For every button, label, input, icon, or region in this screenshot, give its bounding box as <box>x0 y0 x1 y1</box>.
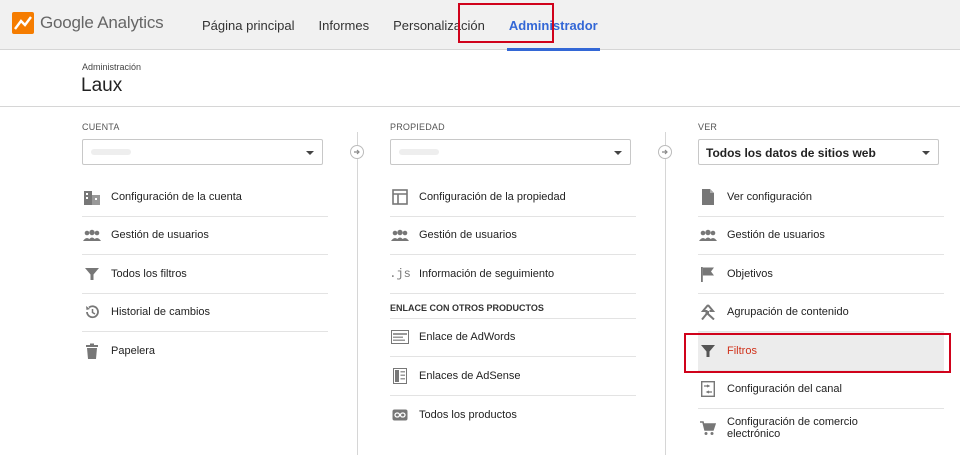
account-menu: Configuración de la cuenta Gestión de us… <box>82 178 328 371</box>
building-icon <box>83 188 101 206</box>
menu-item-label: Configuración del canal <box>727 383 842 396</box>
view-label: VER <box>698 122 718 132</box>
menu-item-adsense-links[interactable]: Enlaces de AdSense <box>390 357 636 396</box>
menu-item-account-settings[interactable]: Configuración de la cuenta <box>82 178 328 217</box>
cart-icon <box>699 419 717 437</box>
menu-item-change-history[interactable]: Historial de cambios <box>82 294 328 332</box>
menu-item-label: Filtros <box>727 344 757 357</box>
trash-icon <box>83 342 101 360</box>
menu-item-channel-settings[interactable]: Configuración del canal <box>698 371 944 409</box>
nav-admin[interactable]: Administrador <box>497 0 610 51</box>
menu-item-label: Enlace de AdWords <box>419 331 516 344</box>
logo-analytics-text: Analytics <box>97 13 164 32</box>
channel-icon <box>699 380 717 398</box>
account-label: CUENTA <box>82 122 120 132</box>
property-column: PROPIEDAD Configuración de la propiedad … <box>389 122 636 435</box>
arrow-right-icon <box>658 145 672 159</box>
menu-item-label: Configuración de comercio electrónico <box>727 416 858 441</box>
view-menu: Ver configuración Gestión de usuarios Ob… <box>698 178 944 448</box>
menu-item-label: Gestión de usuarios <box>727 229 825 242</box>
linked-products-heading: ENLACE CON OTROS PRODUCTOS <box>390 294 636 319</box>
view-select-value: Todos los datos de sitios web <box>706 146 876 160</box>
adwords-icon <box>391 328 409 346</box>
logo-google-text: Google <box>40 13 94 32</box>
menu-item-label: Configuración de la cuenta <box>111 190 242 203</box>
menu-item-label: Ver configuración <box>727 190 812 203</box>
arrow-right-icon <box>350 145 364 159</box>
breadcrumb[interactable]: Administración <box>82 62 141 72</box>
column-divider-1 <box>357 132 358 455</box>
menu-item-all-filters[interactable]: Todos los filtros <box>82 255 328 294</box>
redacted-value <box>399 149 439 155</box>
property-select[interactable] <box>390 139 631 165</box>
filter-icon <box>83 265 101 283</box>
menu-item-label: Configuración de la propiedad <box>419 190 566 203</box>
view-column: VER Todos los datos de sitios web Ver co… <box>698 122 944 448</box>
menu-item-label: Objetivos <box>727 267 773 280</box>
page-header: Administración Laux <box>0 50 960 107</box>
adsense-icon <box>391 367 409 385</box>
analytics-logo-icon <box>12 12 34 34</box>
menu-item-all-products[interactable]: Todos los productos <box>390 396 636 435</box>
menu-item-ecommerce-settings[interactable]: Configuración de comercio electrónico <box>698 409 944 448</box>
users-icon <box>83 226 101 244</box>
nav-customization[interactable]: Personalización <box>381 0 497 50</box>
menu-item-goals[interactable]: Objetivos <box>698 255 944 294</box>
grouping-icon <box>699 303 717 321</box>
menu-item-label: Gestión de usuarios <box>111 229 209 242</box>
document-icon <box>699 188 717 206</box>
menu-item-label: Enlaces de AdSense <box>419 369 521 382</box>
menu-item-label: Gestión de usuarios <box>419 229 517 242</box>
column-divider-2 <box>665 132 666 455</box>
property-menu: Configuración de la propiedad Gestión de… <box>389 178 636 435</box>
nav-home[interactable]: Página principal <box>190 0 307 50</box>
menu-item-tracking-info[interactable]: .js Información de seguimiento <box>389 255 636 294</box>
menu-item-content-grouping[interactable]: Agrupación de contenido <box>698 294 944 332</box>
menu-item-trash[interactable]: Papelera <box>82 332 328 371</box>
menu-item-view-users[interactable]: Gestión de usuarios <box>698 217 944 255</box>
menu-item-label: Agrupación de contenido <box>727 306 849 319</box>
menu-item-label: Historial de cambios <box>111 306 211 319</box>
property-label: PROPIEDAD <box>390 122 445 132</box>
redacted-value <box>91 149 131 155</box>
account-column: CUENTA Configuración de la cuenta Gestió… <box>82 122 328 371</box>
js-icon: .js <box>389 266 411 281</box>
menu-item-label: Todos los productos <box>419 408 517 421</box>
flag-icon <box>699 265 717 283</box>
menu-item-label: Todos los filtros <box>111 267 187 280</box>
filter-icon <box>699 342 717 360</box>
menu-item-adwords-link[interactable]: Enlace de AdWords <box>390 319 636 357</box>
chevron-down-icon <box>306 151 314 155</box>
menu-item-user-management[interactable]: Gestión de usuarios <box>82 217 328 255</box>
menu-item-view-settings[interactable]: Ver configuración <box>698 178 944 217</box>
chevron-down-icon <box>614 151 622 155</box>
menu-item-label: Papelera <box>111 345 156 358</box>
page-title: Laux <box>81 75 123 96</box>
nav-reports[interactable]: Informes <box>307 0 382 50</box>
view-select[interactable]: Todos los datos de sitios web <box>698 139 939 165</box>
google-analytics-logo[interactable]: Google Analytics <box>12 12 164 34</box>
menu-item-property-users[interactable]: Gestión de usuarios <box>390 217 636 255</box>
window-icon <box>391 188 409 206</box>
menu-item-label: Información de seguimiento <box>419 267 555 280</box>
top-bar: Google Analytics Página principal Inform… <box>0 0 960 51</box>
account-select[interactable] <box>82 139 323 165</box>
users-icon <box>699 226 717 244</box>
menu-item-filters[interactable]: Filtros <box>698 332 944 371</box>
history-icon <box>83 303 101 321</box>
main-nav: Página principal Informes Personalizació… <box>190 0 610 51</box>
chevron-down-icon <box>922 151 930 155</box>
users-icon <box>391 226 409 244</box>
menu-item-property-settings[interactable]: Configuración de la propiedad <box>390 178 636 217</box>
link-icon <box>391 406 409 424</box>
